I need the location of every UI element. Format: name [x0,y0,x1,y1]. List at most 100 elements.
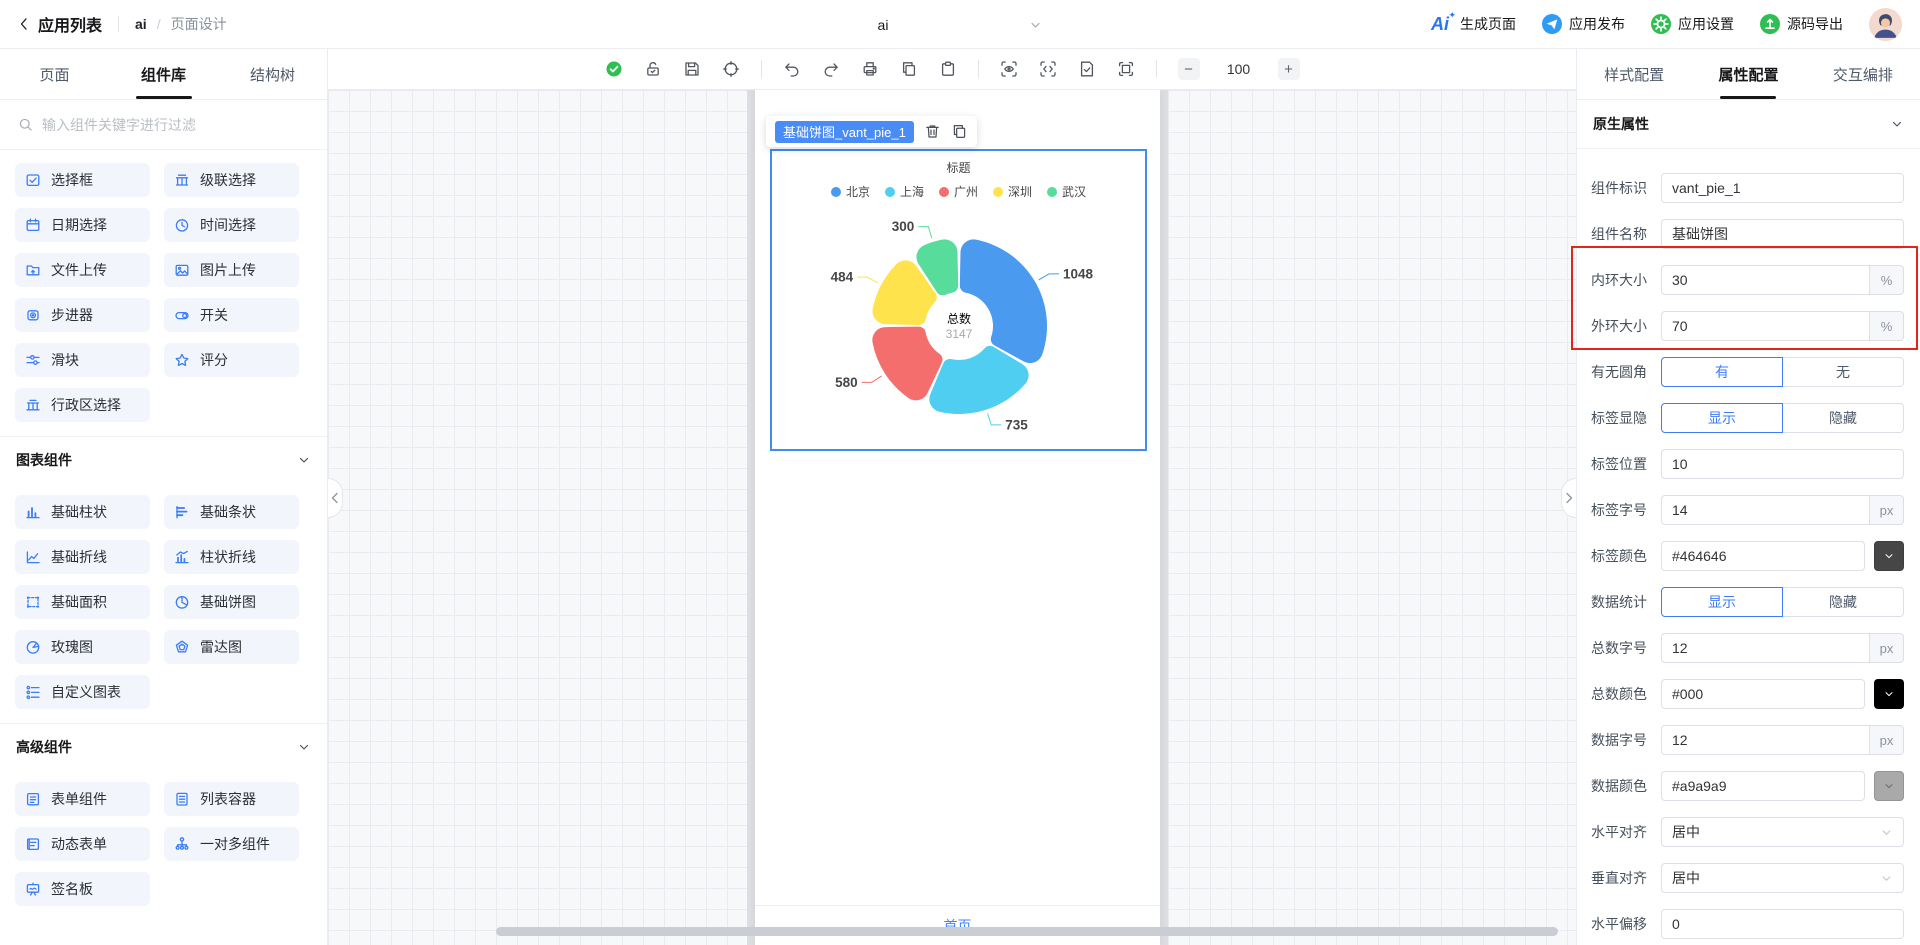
component-item-line-chart[interactable]: 基础折线 [15,540,150,574]
component-item-signboard[interactable]: 签名板 [15,872,150,906]
field-select[interactable]: 居中 [1661,863,1904,893]
segment-option-0[interactable]: 有 [1661,357,1783,387]
inspector-tab-0[interactable]: 样式配置 [1577,49,1691,99]
copy-icon[interactable] [900,60,918,78]
header-action-export-code[interactable]: 源码导出 [1760,14,1843,34]
component-item-district[interactable]: 行政区选择 [15,388,150,422]
selected-pie-component[interactable]: 标题 北京 上海 广州 深圳 武汉 1048 735 580 484 300 总数 3147 [770,149,1147,451]
paste-icon[interactable] [939,60,957,78]
field-input[interactable]: 70 [1661,311,1870,341]
page-check-icon[interactable] [1078,60,1096,78]
rose-chart-icon [25,639,41,655]
component-item-list-container[interactable]: 列表容器 [164,782,299,816]
component-item-dynamic-form[interactable]: 动态表单 [15,827,150,861]
segment-option-1[interactable]: 无 [1782,357,1904,387]
breadcrumb-app[interactable]: ai [135,16,147,32]
sidebar-tab-2[interactable]: 结构树 [218,49,327,99]
field-input[interactable]: #464646 [1661,541,1865,571]
color-swatch-button[interactable] [1874,541,1904,571]
segment-option-0[interactable]: 显示 [1661,403,1783,433]
frame-icon[interactable] [1117,60,1135,78]
field-input[interactable]: 14 [1661,495,1870,525]
undo-icon[interactable] [783,60,801,78]
component-item-calendar[interactable]: 日期选择 [15,208,150,242]
component-item-custom-chart[interactable]: 自定义图表 [15,675,150,709]
unlock-icon[interactable] [644,60,662,78]
native-props-section-header[interactable]: 原生属性 [1577,100,1920,149]
component-item-rose-chart[interactable]: 玫瑰图 [15,630,150,664]
component-search[interactable] [0,100,327,150]
field-select[interactable]: 居中 [1661,817,1904,847]
redo-icon[interactable] [822,60,840,78]
section-header-charts[interactable]: 图表组件 [0,436,327,482]
back-button[interactable]: 应用列表 [16,12,102,36]
pie-slice-广州[interactable] [872,326,943,401]
header-action-publish-plane[interactable]: 应用发布 [1542,14,1625,34]
header-action-settings-gear[interactable]: 应用设置 [1651,14,1734,34]
code-scan-icon[interactable] [1039,60,1057,78]
preview-scan-icon[interactable] [1000,60,1018,78]
component-item-pie-chart[interactable]: 基础饼图 [164,585,299,619]
component-item-slider[interactable]: 滑块 [15,343,150,377]
inspector-tab-2[interactable]: 交互编排 [1806,49,1920,99]
segment-option-0[interactable]: 显示 [1661,587,1783,617]
component-item-cascader[interactable]: 级联选择 [164,163,299,197]
component-item-bar-chart[interactable]: 基础柱状 [15,495,150,529]
component-item-hbar-chart[interactable]: 基础条状 [164,495,299,529]
search-input[interactable] [42,116,309,133]
zoom-in-button[interactable]: + [1277,58,1300,80]
segment-option-1[interactable]: 隐藏 [1782,587,1904,617]
zoom-out-button[interactable]: − [1177,58,1200,80]
component-item-combo-chart[interactable]: 柱状折线 [164,540,299,574]
collapse-right-panel-handle[interactable] [1561,478,1576,518]
color-swatch-button[interactable] [1874,679,1904,709]
canvas-grid[interactable]: 标题 北京 上海 广州 深圳 武汉 1048 735 580 484 300 总数 3147… [328,90,1576,945]
legend-item[interactable]: 北京 [830,183,870,200]
component-item-one-to-many[interactable]: 一对多组件 [164,827,299,861]
component-item-checkbox[interactable]: 选择框 [15,163,150,197]
pie-slice-上海[interactable] [929,345,1029,414]
printer-icon[interactable] [861,60,879,78]
pie-slice-北京[interactable] [959,239,1048,364]
legend-item[interactable]: 武汉 [1047,183,1086,200]
section-header-advanced[interactable]: 高级组件 [0,723,327,769]
label-line [918,226,933,239]
field-input[interactable]: vant_pie_1 [1661,173,1904,203]
copy-component-icon[interactable] [951,123,968,140]
component-item-switch[interactable]: 开关 [164,298,299,332]
search-icon [18,117,33,132]
segment-option-1[interactable]: 隐藏 [1782,403,1904,433]
sidebar-tab-1[interactable]: 组件库 [109,49,218,99]
avatar[interactable] [1869,7,1902,41]
component-item-folder-upload[interactable]: 文件上传 [15,253,150,287]
field-input[interactable]: 基础饼图 [1661,219,1904,249]
component-item-form[interactable]: 表单组件 [15,782,150,816]
delete-icon[interactable] [924,123,941,140]
component-item-area-chart[interactable]: 基础面积 [15,585,150,619]
component-item-clock[interactable]: 时间选择 [164,208,299,242]
field-input[interactable]: 30 [1661,265,1870,295]
legend-item[interactable]: 上海 [884,183,924,200]
component-item-stepper[interactable]: 步进器 [15,298,150,332]
component-item-image-upload[interactable]: 图片上传 [164,253,299,287]
legend-item[interactable]: 广州 [938,183,978,200]
sidebar-tab-0[interactable]: 页面 [0,49,109,99]
color-swatch-button[interactable] [1874,771,1904,801]
inspector-tab-1[interactable]: 属性配置 [1691,49,1805,99]
target-icon[interactable] [722,60,740,78]
page-select[interactable]: ai [878,0,1043,49]
field-input[interactable]: 12 [1661,725,1870,755]
header-action-ai-logo[interactable]: Ai生成页面 [1431,10,1516,35]
component-item-radar-chart[interactable]: 雷达图 [164,630,299,664]
field-input[interactable]: #000 [1661,679,1865,709]
horizontal-scrollbar[interactable] [496,927,1558,936]
field-input[interactable]: #a9a9a9 [1661,771,1865,801]
save-icon[interactable] [683,60,701,78]
field-input[interactable]: 10 [1661,449,1904,479]
status-check-icon[interactable] [605,60,623,78]
field-input[interactable]: 12 [1661,633,1870,663]
legend-item[interactable]: 深圳 [993,183,1032,200]
component-item-star[interactable]: 评分 [164,343,299,377]
collapse-left-panel-handle[interactable] [328,478,343,518]
field-input[interactable]: 0 [1661,909,1904,939]
